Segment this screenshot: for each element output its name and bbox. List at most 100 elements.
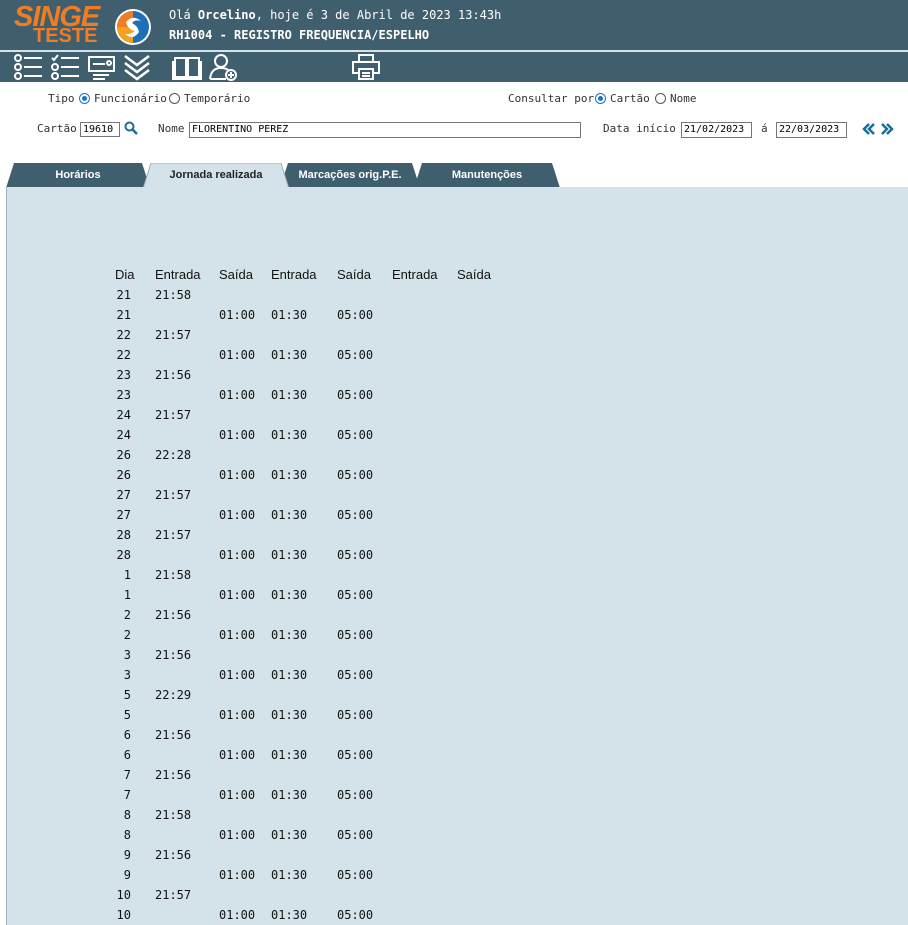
printer-icon[interactable] [351,53,381,81]
grid-cell-saida2: 05:00 [337,668,374,682]
grid-cell-entrada1: 21:58 [155,288,192,302]
radio-temporario-label[interactable]: Temporário [184,92,250,105]
grid-cell-entrada1: 21:56 [155,768,192,782]
grid-cell-dia: 5 [123,708,131,722]
tab-horarios[interactable]: Horários [6,163,150,188]
search-icon[interactable] [124,121,138,135]
grid-cell-entrada2: 01:30 [271,508,308,522]
grid-cell-dia: 7 [123,788,131,802]
radio-cartao-label[interactable]: Cartão [610,92,650,105]
double-chevron-down-icon[interactable] [122,53,152,81]
grid-cell-saida1: 01:00 [219,348,256,362]
grid-cell-saida2: 05:00 [337,428,374,442]
grid-cell-saida2: 05:00 [337,308,374,322]
grid-cell-dia: 9 [123,848,131,862]
user-name: Orcelino [197,8,256,22]
logo-icon [115,9,151,45]
grid-cell-dia: 3 [123,668,131,682]
grid-cell-dia: 24 [116,408,131,422]
grid-cell-dia: 8 [123,828,131,842]
grid-cell-saida2: 05:00 [337,468,374,482]
nome-label: Nome [158,122,185,135]
grid-cell-saida1: 01:00 [219,388,256,402]
grid-cell-saida1: 01:00 [219,708,256,722]
grid-cell-dia: 22 [116,348,131,362]
grid-cell-saida1: 01:00 [219,428,256,442]
grid-cell-saida1: 01:00 [219,468,256,482]
grid-cell-entrada1: 22:29 [155,688,192,702]
radio-funcionario-label[interactable]: Funcionário [94,92,167,105]
grid-cell-dia: 23 [116,388,131,402]
col-header-dia: Dia [115,267,135,282]
cartao-input[interactable]: 19610 [80,122,120,137]
grid-cell-saida2: 05:00 [337,748,374,762]
grid-cell-entrada1: 21:57 [155,528,192,542]
consultar-label: Consultar por [508,92,595,105]
grid-cell-saida2: 05:00 [337,508,374,522]
grid-cell-saida1: 01:00 [219,548,256,562]
grid-cell-saida2: 05:00 [337,588,374,602]
grid-cell-entrada2: 01:30 [271,828,308,842]
grid-cell-saida1: 01:00 [219,748,256,762]
app-header: SINGE TESTE Olá Orcelino, hoje é 3 de Ab… [0,0,908,50]
radio-nome-label[interactable]: Nome [670,92,697,105]
book-icon[interactable] [172,53,202,81]
tab-manutencoes[interactable]: Manutenções [414,163,560,188]
grid-cell-entrada2: 01:30 [271,348,308,362]
grid-cell-dia: 7 [123,768,131,782]
nome-input[interactable]: FLORENTINO PEREZ [189,122,581,138]
prev-period-icon[interactable] [862,122,876,136]
radio-nome[interactable] [655,93,666,104]
col-header-saida2: Saída [337,267,371,282]
grid-cell-saida1: 01:00 [219,628,256,642]
filter-form: Tipo Funcionário Temporário Consultar po… [0,82,908,162]
grid-cell-entrada2: 01:30 [271,308,308,322]
col-header-saida3: Saída [457,267,491,282]
logo-subtitle: TESTE [33,25,98,47]
col-header-entrada1: Entrada [155,267,201,282]
grid-cell-entrada1: 21:56 [155,368,192,382]
tab-panel [6,187,908,925]
tab-marcacoes[interactable]: Marcações orig.P.E. [280,163,420,188]
grid-cell-entrada1: 21:57 [155,408,192,422]
grid-cell-dia: 21 [116,308,131,322]
grid-cell-dia: 23 [116,368,131,382]
radio-cartao[interactable] [595,93,606,104]
grid-cell-saida1: 01:00 [219,308,256,322]
grid-cell-entrada1: 22:28 [155,448,192,462]
tab-jornada-realizada[interactable]: Jornada realizada [143,163,289,189]
grid-cell-entrada2: 01:30 [271,708,308,722]
grid-cell-dia: 9 [123,868,131,882]
grid-cell-entrada1: 21:57 [155,328,192,342]
grid-cell-dia: 27 [116,508,131,522]
card-icon[interactable] [87,53,117,81]
list-icon[interactable] [13,53,43,81]
grid-cell-entrada2: 01:30 [271,748,308,762]
grid-cell-entrada1: 21:56 [155,848,192,862]
grid-cell-saida2: 05:00 [337,788,374,802]
grid-cell-saida1: 01:00 [219,668,256,682]
grid-cell-dia: 5 [123,688,131,702]
ate-label: á [761,122,768,135]
next-period-icon[interactable] [880,122,894,136]
grid-cell-saida1: 01:00 [219,908,256,922]
grid-cell-saida2: 05:00 [337,628,374,642]
tipo-label: Tipo [48,92,75,105]
data-fim-input[interactable]: 22/03/2023 [776,122,847,138]
radio-temporario[interactable] [169,93,180,104]
data-inicio-input[interactable]: 21/02/2023 [681,122,752,138]
grid-cell-dia: 28 [116,528,131,542]
grid-cell-dia: 22 [116,328,131,342]
toolbar [0,52,908,82]
grid-cell-entrada1: 21:58 [155,808,192,822]
add-user-icon[interactable] [208,53,238,81]
grid-cell-dia: 6 [123,728,131,742]
grid-cell-saida2: 05:00 [337,828,374,842]
grid-cell-entrada2: 01:30 [271,788,308,802]
screen-title: RH1004 - REGISTRO FREQUENCIA/ESPELHO [169,28,430,42]
grid-cell-dia: 28 [116,548,131,562]
checklist-icon[interactable] [50,53,80,81]
grid-cell-dia: 21 [116,288,131,302]
radio-funcionario[interactable] [79,93,90,104]
grid-cell-entrada1: 21:56 [155,648,192,662]
